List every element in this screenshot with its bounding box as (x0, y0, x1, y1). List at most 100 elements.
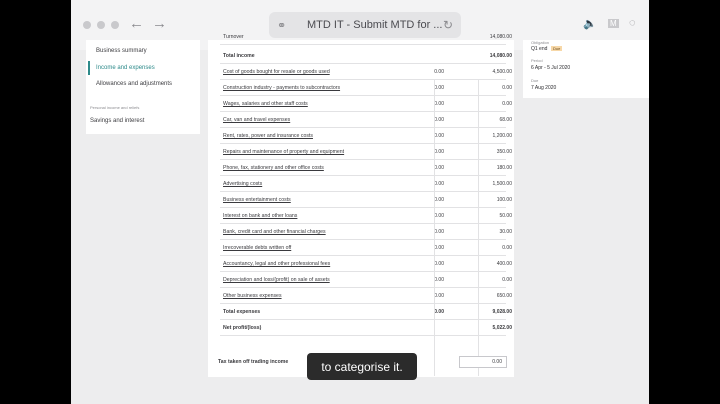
zoom-window-dot[interactable] (111, 21, 119, 29)
row-amount-value: 68.00 (499, 117, 512, 123)
active-indicator (88, 61, 90, 75)
row-label: Total expenses (223, 309, 261, 315)
row-label[interactable]: Construction industry - payments to subc… (223, 85, 340, 91)
arrow-left-icon[interactable]: ← (129, 15, 144, 32)
sidebar: Business summary Income and expenses All… (86, 40, 200, 134)
row-adjustment-value: 0.00 (434, 197, 444, 203)
row-adjustment-value: 0.00 (434, 181, 444, 187)
arrow-right-icon[interactable]: → (152, 15, 167, 32)
row-amount-value: 180.00 (496, 165, 512, 171)
table-row: Irrecoverable debts written off 0.00 0.00 (220, 240, 512, 256)
table-row: Wages, salaries and other staff costs 0.0… (220, 96, 512, 112)
row-adjustment-value: 0.00 (434, 101, 444, 107)
income-expenses-panel: Turnover 14,080.00 Total income 14,080.00… (208, 34, 514, 377)
row-label: Turnover (223, 34, 244, 40)
row-amount-value: 0.00 (502, 277, 512, 283)
close-window-dot[interactable] (83, 21, 91, 29)
row-adjustment-value: 0.00 (434, 165, 444, 171)
sidebar-item-savings[interactable]: Savings and interest (90, 118, 144, 124)
window-controls (83, 21, 119, 29)
row-amount-value: 400.00 (496, 261, 512, 267)
row-amount-value: 0.00 (502, 85, 512, 91)
row-adjustment-value: 0.00 (434, 309, 444, 315)
row-amount-value: 0.00 (502, 101, 512, 107)
table-row: Car, van and travel expenses 0.00 68.00 (220, 112, 512, 128)
table-row: Phone, fax, stationery and other office … (220, 160, 512, 176)
row-label[interactable]: Irrecoverable debts written off (223, 245, 291, 251)
table-row: Total income 14,080.00 (220, 48, 512, 64)
row-amount-value: 4,500.00 (492, 69, 512, 75)
row-adjustment-value: 0.00 (434, 133, 444, 139)
table-row: Total expenses 0.00 9,028.00 (220, 304, 512, 320)
due-heading: Due (531, 78, 539, 83)
obligation-heading: Obligation (531, 40, 550, 45)
row-adjustment-value: 0.00 (434, 277, 444, 283)
table-row: Depreciation and loss/(profit) on sale o… (220, 272, 512, 288)
table-row: Advertising costs 0.00 1,500.00 (220, 176, 512, 192)
column-divider (478, 80, 479, 376)
table-row: Net profit/(loss) 5,022.00 (220, 320, 512, 336)
column-divider (434, 80, 435, 376)
row-adjustment-value: 0.00 (434, 85, 444, 91)
due-value: 7 Aug 2020 (531, 85, 557, 91)
tax-taken-off-input[interactable]: 0.00 (459, 356, 507, 368)
row-adjustment-value: 0.00 (434, 261, 444, 267)
row-label[interactable]: Car, van and travel expenses (223, 117, 290, 123)
status-badge: Due (551, 46, 563, 51)
sidebar-item-allowances[interactable]: Allowances and adjustments (96, 81, 172, 87)
sidebar-item-business-summary[interactable]: Business summary (96, 48, 147, 54)
row-amount-value: 100.00 (496, 197, 512, 203)
table-row: Accountancy, legal and other professiona… (220, 256, 512, 272)
row-label[interactable]: Rent, rates, power and insurance costs (223, 133, 313, 139)
row-label[interactable]: Interest on bank and other loans (223, 213, 297, 219)
row-label[interactable]: Business entertainment costs (223, 197, 291, 203)
table-row: Rent, rates, power and insurance costs 0.… (220, 128, 512, 144)
table-row-cut: Turnover 14,080.00 (220, 29, 512, 45)
row-amount-value: 5,022.00 (492, 325, 512, 331)
row-label[interactable]: Other business expenses (223, 293, 282, 299)
row-label[interactable]: Bank, credit card and other financial ch… (223, 229, 326, 235)
row-label[interactable]: Advertising costs (223, 181, 262, 187)
row-amount-value: 9,028.00 (492, 309, 512, 315)
row-label[interactable]: Accountancy, legal and other professiona… (223, 261, 330, 267)
obligation-panel: Obligation Q1 end Due Period 6 Apr - 5 J… (523, 40, 649, 98)
tax-taken-off-label: Tax taken off trading income (218, 359, 289, 365)
table-row: Interest on bank and other loans 0.00 50.0… (220, 208, 512, 224)
row-amount-value: 0.00 (502, 245, 512, 251)
table-row: Construction industry - payments to subc… (220, 80, 512, 96)
table-row: Business entertainment costs 0.00 100.00 (220, 192, 512, 208)
row-adjustment-value: 0.00 (434, 117, 444, 123)
row-label: Net profit/(loss) (223, 325, 262, 331)
chat-icon[interactable]: ◌ (629, 17, 636, 29)
row-label[interactable]: Wages, salaries and other staff costs (223, 101, 308, 107)
period-heading: Period (531, 58, 543, 63)
minimize-window-dot[interactable] (97, 21, 105, 29)
row-label[interactable]: Cost of goods bought for resale or goods… (223, 69, 330, 75)
table-row: Other business expenses 0.00 650.00 (220, 288, 512, 304)
row-adjustment-value: 0.00 (434, 229, 444, 235)
row-amount-value: 350.00 (496, 149, 512, 155)
row-label: Total income (223, 53, 255, 59)
row-amount-value: 650.00 (496, 293, 512, 299)
extension-icon[interactable]: M (608, 19, 619, 28)
table-row: Bank, credit card and other financial ch… (220, 224, 512, 240)
row-label[interactable]: Repairs and maintenance of property and … (223, 149, 344, 155)
row-adjustment-value: 0.00 (434, 293, 444, 299)
row-adjustment-value: 0.00 (434, 149, 444, 155)
video-caption: to categorise it. (307, 353, 417, 380)
row-label[interactable]: Phone, fax, stationery and other office … (223, 165, 324, 171)
row-amount-value: 14,080.00 (489, 53, 512, 59)
speaker-icon[interactable]: 🔈 (583, 17, 597, 30)
sidebar-item-income-expenses[interactable]: Income and expenses (96, 65, 155, 71)
row-value: 14,080.00 (489, 34, 512, 40)
table-row: Cost of goods bought for resale or goods… (220, 64, 512, 80)
row-adjustment-value: 0.00 (434, 213, 444, 219)
obligation-period-label: Q1 end (531, 46, 548, 52)
row-adjustment-value: 0.00 (434, 245, 444, 251)
row-amount-value: 30.00 (499, 229, 512, 235)
row-amount-value: 50.00 (499, 213, 512, 219)
row-amount-value: 1,500.00 (492, 181, 512, 187)
row-amount-value: 1,200.00 (492, 133, 512, 139)
row-label[interactable]: Depreciation and loss/(profit) on sale o… (223, 277, 330, 283)
table-row: Repairs and maintenance of property and … (220, 144, 512, 160)
